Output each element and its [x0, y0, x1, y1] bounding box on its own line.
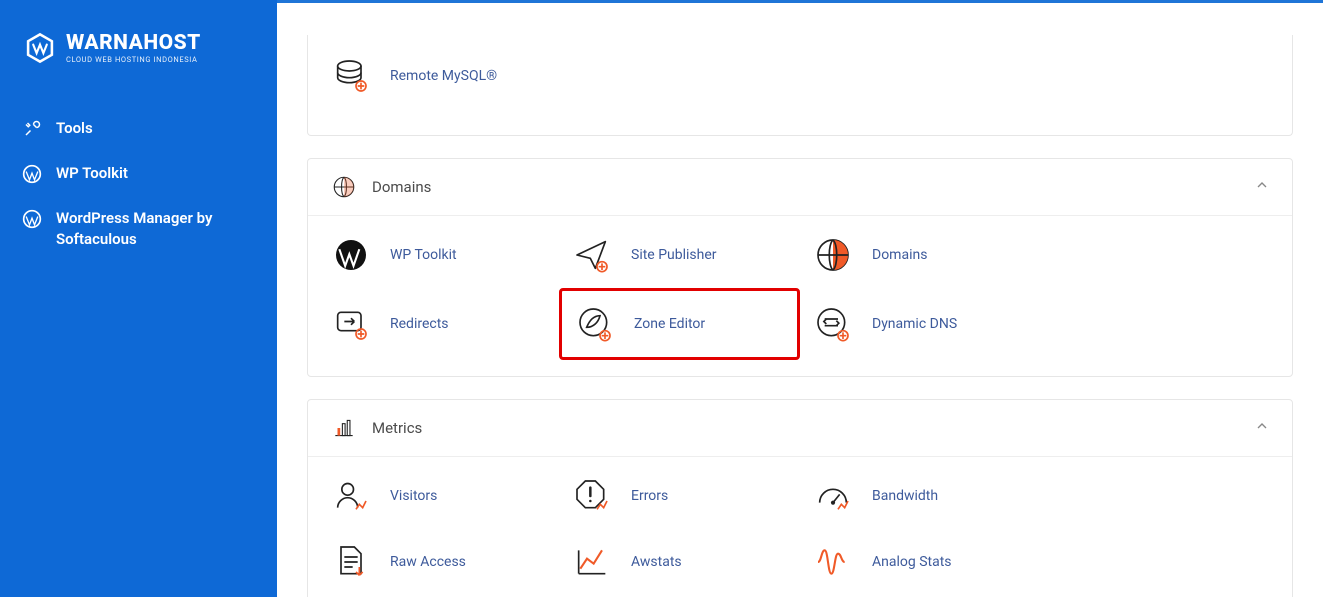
- globe-icon: [812, 234, 854, 276]
- sidebar-item-wp-toolkit[interactable]: WP Toolkit: [22, 151, 255, 196]
- gauge-icon: [812, 475, 854, 517]
- chevron-up-icon: [1254, 177, 1270, 197]
- tile-label: Visitors: [390, 488, 437, 504]
- tile-analog-stats[interactable]: Analog Stats: [800, 529, 1041, 595]
- sidebar-item-tools[interactable]: Tools: [22, 106, 255, 151]
- tile-label: Bandwidth: [872, 488, 938, 504]
- metrics-panel-body: Visitors Errors: [308, 457, 1292, 597]
- tile-label: Awstats: [631, 554, 682, 570]
- domains-panel-header[interactable]: Domains: [308, 159, 1292, 216]
- tile-dynamic-dns[interactable]: Dynamic DNS: [800, 288, 1041, 360]
- panel-title: Metrics: [372, 419, 422, 437]
- document-icon: [330, 541, 372, 583]
- tools-icon: [22, 119, 42, 139]
- tile-awstats[interactable]: Awstats: [559, 529, 800, 595]
- tile-wp-toolkit[interactable]: WP Toolkit: [318, 222, 559, 288]
- tile-visitors[interactable]: Visitors: [318, 463, 559, 529]
- tile-label: Site Publisher: [631, 247, 717, 263]
- bar-chart-icon: [330, 414, 358, 442]
- tile-label: Raw Access: [390, 554, 466, 570]
- errors-icon: [571, 475, 613, 517]
- tile-label: Analog Stats: [872, 554, 952, 570]
- tile-label: Dynamic DNS: [872, 316, 957, 332]
- brand-name: WARNAHOST: [66, 33, 201, 54]
- zone-editor-icon: [574, 303, 616, 345]
- tile-label: Redirects: [390, 316, 449, 332]
- tile-label: WP Toolkit: [390, 247, 457, 263]
- dynamic-dns-icon: [812, 303, 854, 345]
- metrics-panel-header[interactable]: Metrics: [308, 400, 1292, 457]
- tile-bandwidth[interactable]: Bandwidth: [800, 463, 1041, 529]
- tile-raw-access[interactable]: Raw Access: [318, 529, 559, 595]
- redirect-icon: [330, 303, 372, 345]
- tile-redirects[interactable]: Redirects: [318, 288, 559, 360]
- tile-label: Remote MySQL®: [390, 68, 497, 84]
- metrics-panel: Metrics Visitors: [307, 399, 1293, 597]
- tile-remote-mysql[interactable]: Remote MySQL®: [318, 43, 559, 109]
- sidebar-item-wp-manager[interactable]: WordPress Manager by Softaculous: [22, 196, 255, 262]
- database-icon: [330, 55, 372, 97]
- tile-label: Zone Editor: [634, 316, 705, 332]
- main-content: Remote MySQL® Domains: [277, 3, 1323, 597]
- tile-zone-editor[interactable]: Zone Editor: [559, 288, 800, 360]
- brand-mark-icon: [22, 30, 58, 66]
- tile-site-publisher[interactable]: Site Publisher: [559, 222, 800, 288]
- line-chart-icon: [571, 541, 613, 583]
- tile-label: Errors: [631, 488, 668, 504]
- sidebar-item-label: Tools: [56, 118, 93, 139]
- sidebar-item-label: WordPress Manager by Softaculous: [56, 208, 255, 250]
- paper-plane-icon: [571, 234, 613, 276]
- globe-icon: [330, 173, 358, 201]
- visitors-icon: [330, 475, 372, 517]
- sidebar: WARNAHOST CLOUD WEB HOSTING INDONESIA To…: [0, 0, 277, 597]
- chevron-up-icon: [1254, 418, 1270, 438]
- databases-panel-partial: Remote MySQL®: [307, 35, 1293, 136]
- wordpress-icon: [330, 234, 372, 276]
- wordpress-icon: [22, 164, 42, 184]
- sidebar-item-label: WP Toolkit: [56, 163, 128, 184]
- panel-title: Domains: [372, 178, 431, 196]
- domains-panel: Domains WP Toolkit: [307, 158, 1293, 377]
- waveform-icon: [812, 541, 854, 583]
- brand-tagline: CLOUD WEB HOSTING INDONESIA: [66, 56, 201, 64]
- wordpress-icon: [22, 209, 42, 229]
- domains-panel-body: WP Toolkit Site Publisher: [308, 216, 1292, 376]
- tile-errors[interactable]: Errors: [559, 463, 800, 529]
- brand-logo[interactable]: WARNAHOST CLOUD WEB HOSTING INDONESIA: [22, 30, 255, 66]
- tile-domains[interactable]: Domains: [800, 222, 1041, 288]
- tile-label: Domains: [872, 247, 927, 263]
